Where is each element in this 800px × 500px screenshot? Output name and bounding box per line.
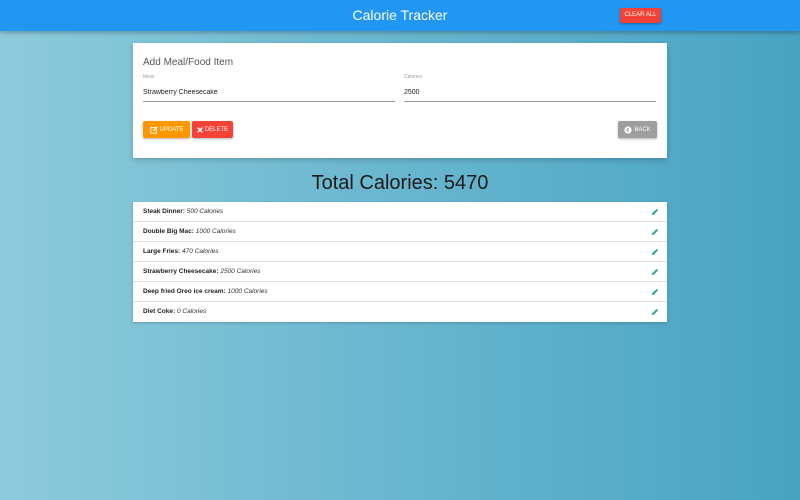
list-item: Steak Dinner: 500 Calories xyxy=(133,202,667,222)
app-title[interactable]: Calorie Tracker xyxy=(0,0,800,31)
edit-icon xyxy=(149,125,158,134)
list-item: Double Big Mac: 1000 Calories xyxy=(133,222,667,242)
pencil-icon[interactable] xyxy=(651,228,659,236)
item-calories: 1000 Calories xyxy=(227,288,268,295)
item-name: Large Fries: xyxy=(143,248,181,255)
back-label: BACK xyxy=(634,126,651,133)
pencil-icon[interactable] xyxy=(651,208,659,216)
item-calories: 470 Calories xyxy=(182,248,219,255)
meal-form-card: Add Meal/Food Item Meal Calories UPDATE … xyxy=(133,43,667,158)
item-name: Strawberry Cheesecake: xyxy=(143,268,219,275)
chevron-left-circle-icon xyxy=(624,125,632,134)
item-calories: 1000 Calories xyxy=(195,228,236,235)
navbar: Calorie Tracker CLEAR ALL xyxy=(0,0,800,31)
back-button[interactable]: BACK xyxy=(618,121,657,138)
calories-label: Calories xyxy=(404,74,423,80)
pencil-icon[interactable] xyxy=(651,248,659,256)
meal-label: Meal xyxy=(143,74,154,80)
item-name: Steak Dinner: xyxy=(143,208,185,215)
list-item: Strawberry Cheesecake: 2500 Calories xyxy=(133,262,667,282)
clear-all-button[interactable]: CLEAR ALL xyxy=(620,8,661,23)
calories-input[interactable] xyxy=(404,84,656,102)
item-calories: 0 Calories xyxy=(176,308,207,315)
item-name: Double Big Mac: xyxy=(143,228,194,235)
pencil-icon[interactable] xyxy=(651,288,659,296)
delete-button[interactable]: DELETE xyxy=(192,121,233,138)
list-item: Large Fries: 470 Calories xyxy=(133,242,667,262)
item-name: Deep fried Oreo ice cream: xyxy=(143,288,226,295)
close-icon xyxy=(196,126,203,133)
form-title: Add Meal/Food Item xyxy=(143,57,234,68)
total-calories: Total Calories: 5470 xyxy=(311,172,489,194)
update-button[interactable]: UPDATE xyxy=(143,121,190,138)
pencil-icon[interactable] xyxy=(651,308,659,316)
meal-input[interactable] xyxy=(143,84,395,102)
item-calories: 500 Calories xyxy=(186,208,224,215)
list-item: Diet Coke: 0 Calories xyxy=(133,302,667,322)
update-label: UPDATE xyxy=(159,126,184,133)
delete-label: DELETE xyxy=(204,126,229,133)
item-name: Diet Coke: xyxy=(143,308,176,315)
meal-list: Steak Dinner: 500 Calories Double Big Ma… xyxy=(133,202,667,322)
list-item: Deep fried Oreo ice cream: 1000 Calories xyxy=(133,282,667,302)
pencil-icon[interactable] xyxy=(651,268,659,276)
item-calories: 2500 Calories xyxy=(220,268,261,275)
